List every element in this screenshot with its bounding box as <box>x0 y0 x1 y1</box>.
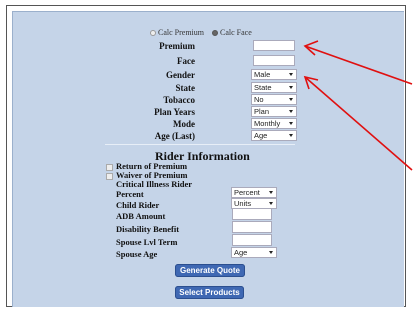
arrow-to-gender-icon <box>304 76 413 171</box>
arrow-to-premium-icon <box>304 45 413 85</box>
annotation-arrows <box>303 40 413 171</box>
